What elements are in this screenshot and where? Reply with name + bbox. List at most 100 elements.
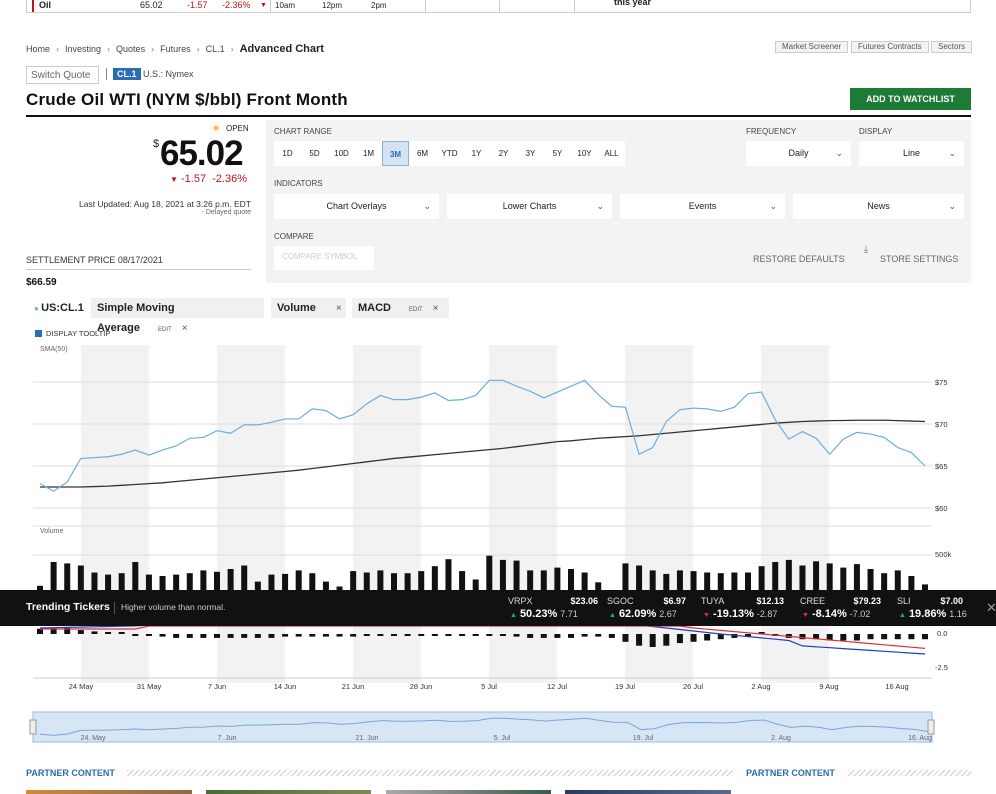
ticker-price: $7.00 (940, 596, 963, 606)
macd-bar (853, 634, 860, 641)
macd-bar (173, 634, 180, 638)
macd-bar (431, 634, 438, 636)
macd-bar (527, 634, 534, 638)
volume-bar (717, 573, 724, 590)
macd-bar (418, 634, 425, 636)
y-tick-label: $65 (935, 462, 948, 471)
volume-bar (772, 562, 779, 590)
volume-bar (540, 570, 547, 590)
partner-thumbnail[interactable] (565, 790, 731, 794)
macd-bar (118, 632, 125, 634)
volume-bar (200, 570, 207, 590)
macd-bar (581, 634, 588, 637)
macd-bar (159, 634, 166, 637)
macd-bar (105, 632, 112, 634)
volume-bar (132, 562, 139, 590)
macd-bar (295, 634, 302, 637)
sma-label: SMA(50) (40, 346, 68, 353)
volume-bar (254, 581, 261, 590)
volume-label: Volume (40, 528, 63, 535)
macd-bar (499, 634, 506, 636)
macd-bar (568, 634, 574, 638)
macd-bar (241, 634, 248, 638)
partner-thumbnail[interactable] (386, 790, 551, 794)
ticker-chg: -7.02 (849, 609, 871, 619)
volume-bar (173, 574, 180, 590)
volume-bar (377, 570, 384, 590)
partner-thumbnail[interactable] (26, 790, 192, 794)
partner-thumbnail[interactable] (206, 790, 371, 794)
up-arrow-icon: ▲ (609, 612, 616, 619)
close-icon[interactable]: ✕ (986, 600, 996, 616)
volume-bar (105, 574, 112, 590)
volume-bar (527, 570, 534, 590)
volume-bar (118, 573, 125, 590)
volume-bar (214, 571, 220, 590)
x-tick-label: 26 Jul (683, 682, 703, 691)
volume-bar (268, 574, 275, 590)
macd-bar (676, 634, 683, 644)
volume-bar (840, 567, 847, 590)
y-tick-label: $60 (935, 504, 948, 513)
navigator-tick-label: 21. Jun (356, 735, 379, 742)
macd-bar (77, 630, 84, 634)
volume-bar (186, 573, 193, 590)
macd-bar (445, 634, 452, 636)
up-arrow-icon: ▲ (510, 612, 517, 619)
macd-bar (595, 634, 602, 637)
x-tick-label: 31 May (137, 682, 162, 691)
week-band (81, 345, 149, 683)
volume-bar (50, 562, 57, 590)
macd-bar (486, 634, 493, 636)
x-tick-label: 14 Jun (274, 682, 297, 691)
ticker-price: $12.13 (756, 596, 784, 606)
volume-bar (418, 571, 425, 590)
macd-bar (881, 634, 888, 640)
volume-bar (826, 563, 833, 590)
navigator-tick-label: 5. Jul (494, 735, 511, 742)
ticker-pct: 50.23% (519, 608, 558, 620)
volume-bar (445, 559, 452, 590)
volume-bar (499, 559, 506, 590)
x-tick-label: 12 Jul (547, 682, 567, 691)
ticker-price: $79.23 (853, 596, 881, 606)
volume-bar (241, 565, 248, 590)
ticker-symbol: TUYA (701, 596, 725, 606)
macd-bar (377, 634, 384, 636)
volume-bar (91, 572, 98, 590)
macd-bar (472, 634, 479, 636)
macd-bar (322, 634, 329, 637)
volume-bar (595, 582, 602, 590)
volume-bar (404, 573, 411, 590)
ticker-price: $23.06 (570, 596, 598, 606)
hatch-divider-right (848, 770, 971, 776)
macd-bar (554, 634, 561, 638)
volume-bar (282, 573, 289, 590)
x-tick-label: 2 Aug (751, 682, 770, 691)
macd-bar (145, 634, 152, 636)
volume-bar (622, 563, 629, 590)
macd-bar (214, 634, 220, 638)
macd-bar (894, 634, 901, 640)
up-arrow-icon: ▲ (899, 612, 906, 619)
macd-bar (186, 634, 193, 638)
week-band (489, 345, 557, 683)
navigator-tick-label: 7. Jun (217, 735, 236, 742)
price-chart[interactable]: SMA(50) Volume $75 $70 $65 $60 500k 0.0 -2.5 2… (0, 0, 996, 794)
ticker-price: $6.97 (663, 596, 686, 606)
volume-bar (881, 573, 888, 590)
macd-bar (268, 634, 275, 638)
trending-subtitle: Higher volume than normal. (121, 602, 226, 612)
x-tick-label: 9 Aug (819, 682, 838, 691)
volume-bar (431, 566, 438, 590)
ticker-pct: 19.86% (908, 608, 947, 620)
macd-bar (663, 634, 670, 646)
macd-bar (391, 634, 397, 636)
macd-bar (513, 634, 520, 637)
x-tick-label: 7 Jun (208, 682, 226, 691)
volume-bar (309, 573, 316, 590)
ticker-symbol: SLI (897, 596, 911, 606)
macd-bar (922, 634, 928, 640)
macd-bar (867, 634, 874, 640)
macd-bar (336, 634, 343, 637)
